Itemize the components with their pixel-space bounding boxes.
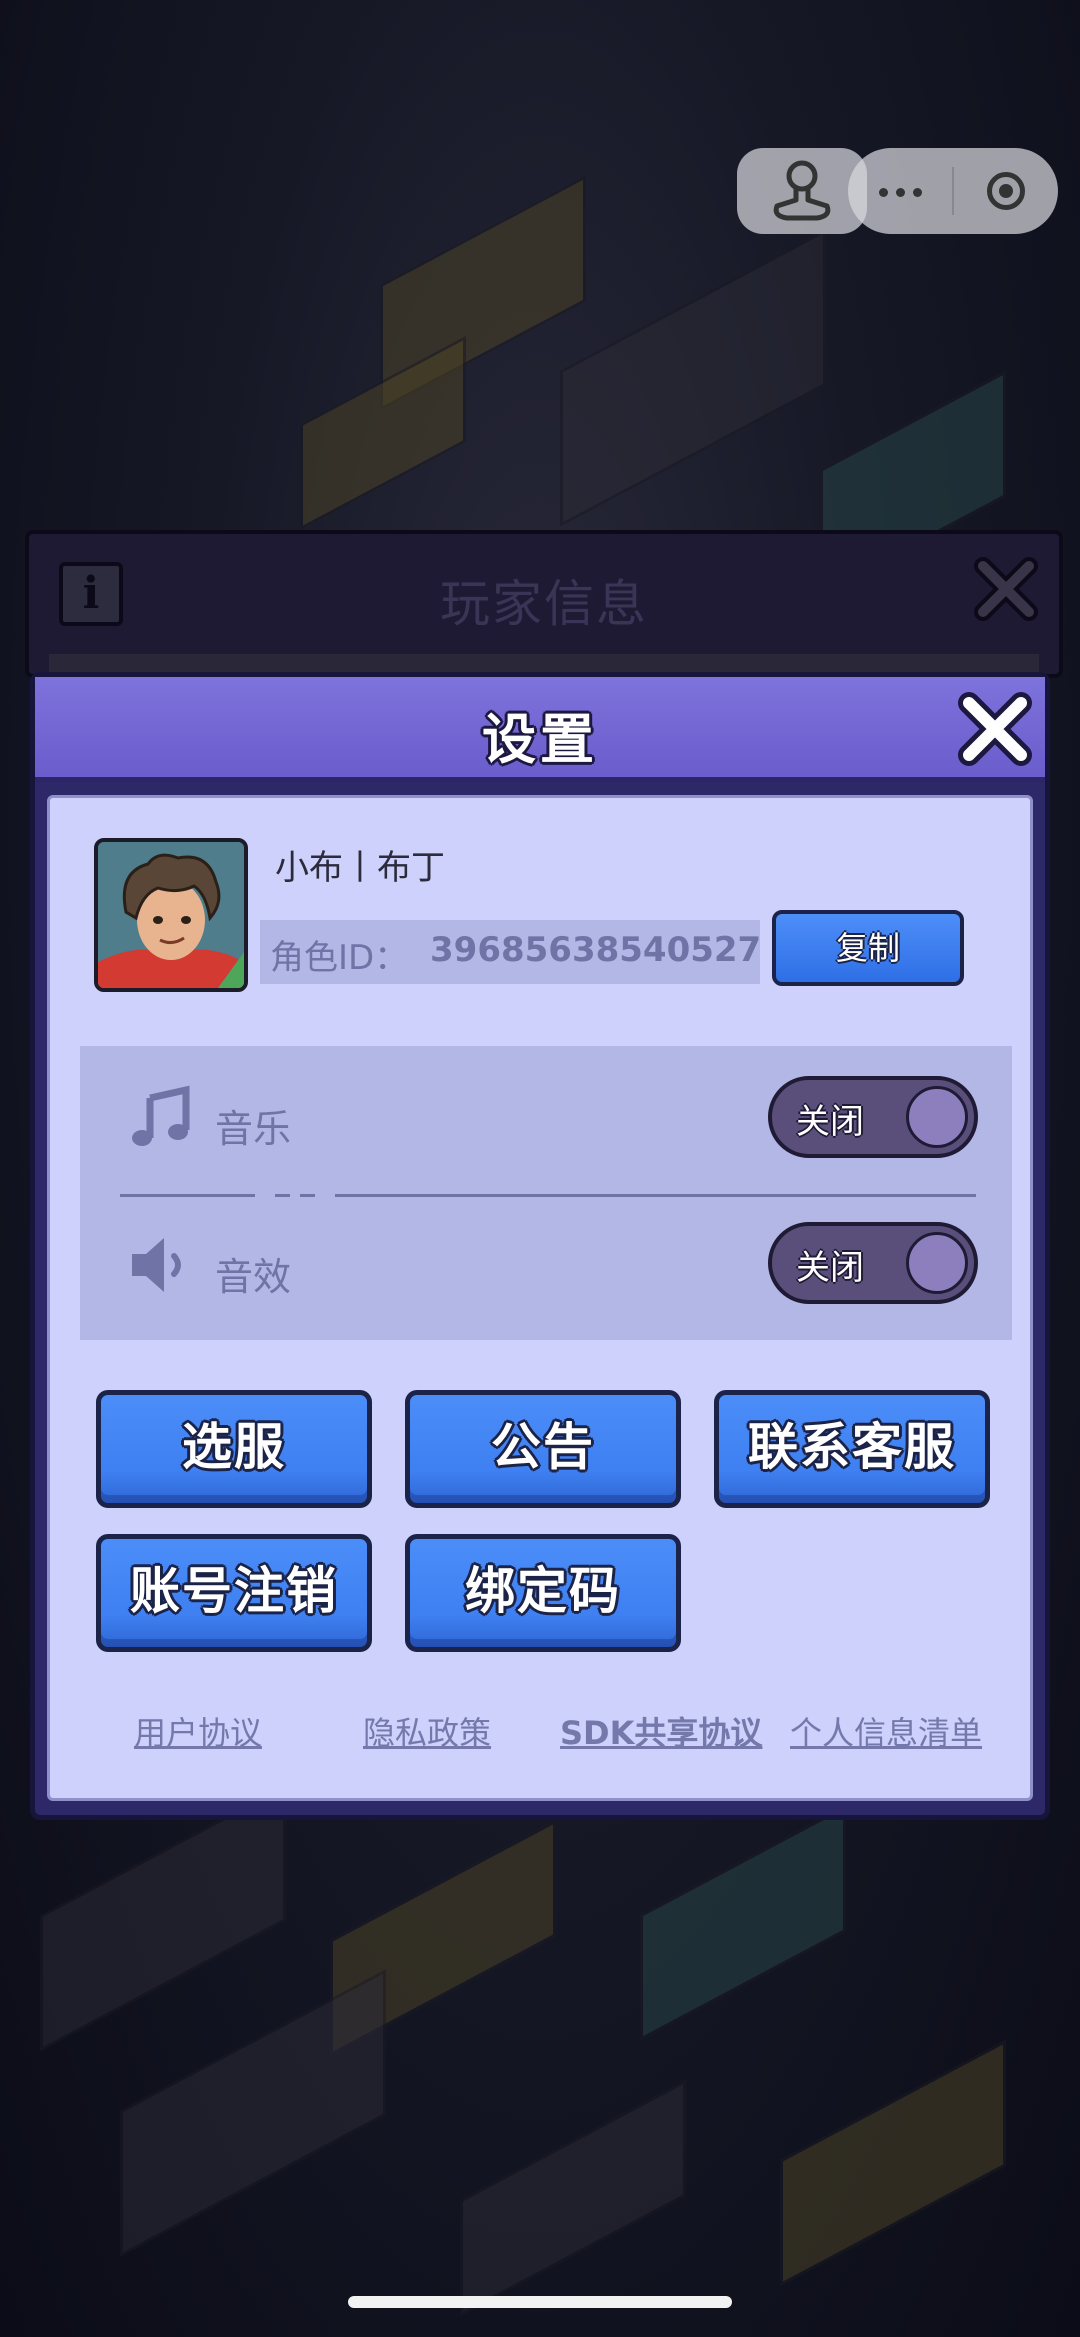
player-id-box: 角色ID： 39685638540527 [260,920,762,984]
player-info-panel: i 玩家信息 [25,530,1063,684]
more-button[interactable] [848,148,952,234]
announcement-button[interactable]: 公告 [405,1390,681,1508]
settings-dialog: 设置 小布丨布丁 角色ID： 39685638540527 复制 音乐 关闭 音… [30,672,1050,1820]
exit-button[interactable] [954,148,1058,234]
delete-account-button[interactable]: 账号注销 [96,1534,372,1652]
joystick-icon [773,160,831,221]
dialog-header: 设置 [35,677,1045,782]
music-toggle-label: 关闭 [796,1102,864,1142]
toggle-knob [906,1232,968,1294]
effects-toggle[interactable]: 关闭 [768,1222,978,1304]
divider [120,1194,976,1197]
close-icon[interactable] [955,689,1035,769]
privacy-policy-link[interactable]: 隐私政策 [363,1708,491,1754]
music-label: 音乐 [215,1107,292,1151]
user-agreement-link[interactable]: 用户协议 [134,1708,262,1754]
legal-links: 用户协议 隐私政策 SDK共享协议 个人信息清单 [50,1708,1030,1758]
home-indicator[interactable] [348,2296,732,2308]
music-row: 音乐 关闭 [80,1070,1012,1170]
contact-support-button[interactable]: 联系客服 [714,1390,990,1508]
player-id-value: 39685638540527 [430,930,762,970]
personal-info-list-link[interactable]: 个人信息清单 [790,1708,982,1754]
more-dots-icon [875,182,926,201]
effects-label: 音效 [215,1255,292,1299]
binding-code-button[interactable]: 绑定码 [405,1534,681,1652]
target-circle-icon [987,172,1025,210]
player-name: 小布丨布丁 [275,848,445,888]
music-toggle[interactable]: 关闭 [768,1076,978,1158]
effects-toggle-label: 关闭 [796,1248,864,1288]
player-info-title: 玩家信息 [440,575,648,633]
music-note-icon [132,1085,190,1146]
close-icon[interactable] [971,554,1041,624]
mini-program-capsule [848,148,1058,234]
sound-settings: 音乐 关闭 音效 关闭 [80,1046,1012,1340]
dialog-body: 小布丨布丁 角色ID： 39685638540527 复制 音乐 关闭 音效 关… [47,795,1033,1801]
dialog-title: 设置 [482,708,598,771]
avatar [94,838,248,992]
speaker-icon [132,1238,181,1292]
select-server-button[interactable]: 选服 [96,1390,372,1508]
copy-button[interactable]: 复制 [772,910,964,986]
effects-row: 音效 关闭 [80,1218,1012,1318]
sdk-sharing-link[interactable]: SDK共享协议 [560,1708,762,1754]
player-id-label: 角色ID： [270,938,409,978]
toggle-knob [906,1086,968,1148]
